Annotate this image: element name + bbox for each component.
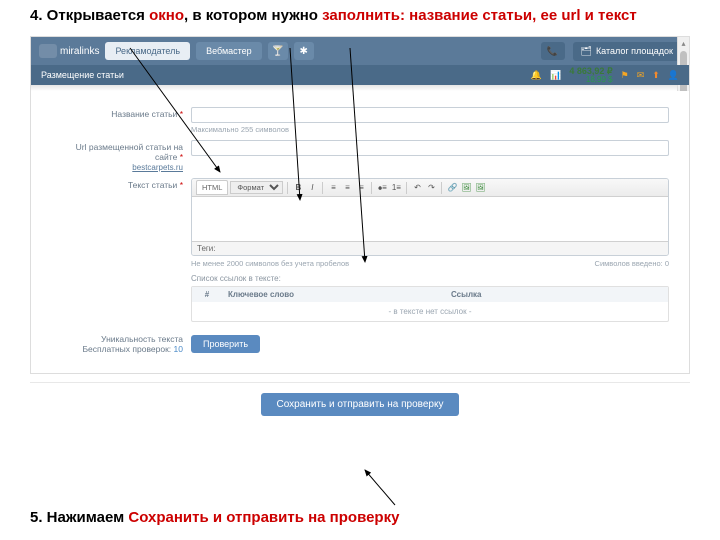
balance: 4 863,92 ₽ 18,99 $ — [569, 67, 612, 84]
logo[interactable]: miralinks — [39, 44, 99, 58]
nav-webmaster[interactable]: Вебмастер — [196, 42, 262, 60]
check-button[interactable]: Проверить — [191, 335, 260, 353]
folder-icon: 🗂 — [581, 46, 592, 57]
list-ol-icon[interactable]: 1≡ — [390, 182, 402, 194]
editor-toolbar: HTML Формат B I ≡ ≡ ≡ ⦁≡ 1≡ ↶ — [192, 179, 668, 197]
export-icon[interactable]: ⬆ — [652, 70, 660, 81]
title-hint: Максимально 255 символов — [191, 125, 669, 134]
links-col-url: Ссылка — [445, 287, 668, 302]
link-icon[interactable]: 🔗 — [446, 182, 458, 194]
title-input[interactable] — [191, 107, 669, 123]
uniqueness-label: Уникальность текста Бесплатных проверок:… — [71, 334, 191, 354]
logo-text: miralinks — [60, 46, 99, 57]
scroll-up-arrow[interactable]: ▴ — [678, 37, 689, 49]
catalog-label: Каталог площадок — [596, 46, 673, 56]
italic-icon[interactable]: I — [306, 182, 318, 194]
align-right-icon[interactable]: ≡ — [355, 182, 367, 194]
redo-icon[interactable]: ↷ — [425, 182, 437, 194]
cocktail-icon[interactable]: 🍸 — [268, 42, 288, 60]
catalog-button[interactable]: 🗂 Каталог площадок — [573, 42, 682, 61]
phone-icon[interactable]: 📞 — [541, 42, 565, 60]
editor-html-tab[interactable]: HTML — [196, 180, 228, 195]
app-header: miralinks Рекламодатель Вебмастер 🍸 ✱ 📞 … — [31, 37, 689, 65]
image2-icon[interactable]: 🖼 — [474, 182, 486, 194]
links-col-num: # — [192, 287, 222, 302]
text-label: Текст статьи * — [71, 178, 191, 190]
char-count: Символов введено: 0 — [595, 259, 669, 268]
mail-icon[interactable]: ✉ — [637, 70, 645, 81]
editor-tags: Теги: — [192, 241, 668, 255]
min-chars-hint: Не менее 2000 символов без учета пробело… — [191, 259, 349, 268]
balance-usd: 18,99 $ — [569, 76, 612, 84]
list-ul-icon[interactable]: ⦁≡ — [376, 182, 388, 194]
rich-text-editor: HTML Формат B I ≡ ≡ ≡ ⦁≡ 1≡ ↶ — [191, 178, 669, 256]
instruction-step-5: 5. Нажимаем Сохранить и отправить на про… — [30, 509, 399, 526]
flag-icon[interactable]: ⚑ — [621, 70, 629, 81]
align-left-icon[interactable]: ≡ — [327, 182, 339, 194]
editor-format-select[interactable]: Формат — [230, 181, 283, 194]
nav-advertiser[interactable]: Рекламодатель — [105, 42, 190, 60]
links-table: # Ключевое слово Ссылка - в тексте нет с… — [191, 286, 669, 322]
logo-icon — [39, 44, 57, 58]
app-screenshot: ▴ ▾ miralinks Рекламодатель Вебмастер 🍸 … — [30, 36, 690, 373]
url-label: Url размещенной статьи на сайте * bestca… — [71, 140, 191, 172]
submit-button[interactable]: Сохранить и отправить на проверку — [261, 393, 460, 416]
gear-icon[interactable]: ✱ — [294, 42, 314, 60]
form-area: Название статьи * Максимально 255 символ… — [31, 91, 689, 372]
links-col-keyword: Ключевое слово — [222, 287, 445, 302]
bold-icon[interactable]: B — [292, 182, 304, 194]
page-breadcrumb: Размещение статьи — [41, 70, 124, 80]
chart-icon[interactable]: 📊 — [550, 70, 561, 81]
url-input[interactable] — [191, 140, 669, 156]
undo-icon[interactable]: ↶ — [411, 182, 423, 194]
url-site-link[interactable]: bestcarpets.ru — [71, 163, 183, 173]
title-label: Название статьи * — [71, 107, 191, 119]
user-icon[interactable]: 👤 — [668, 70, 679, 81]
instruction-step-4: 4. Открывается окно, в котором нужно зап… — [0, 0, 720, 32]
align-center-icon[interactable]: ≡ — [341, 182, 353, 194]
bell-icon[interactable]: 🔔 — [531, 70, 542, 81]
sub-header: Размещение статьи 🔔 📊 4 863,92 ₽ 18,99 $… — [31, 65, 689, 85]
links-title: Список ссылок в тексте: — [191, 274, 669, 283]
image-icon[interactable]: 🖼 — [460, 182, 472, 194]
editor-body[interactable] — [192, 197, 668, 241]
divider — [30, 382, 690, 383]
links-empty: - в тексте нет ссылок - — [192, 302, 668, 321]
